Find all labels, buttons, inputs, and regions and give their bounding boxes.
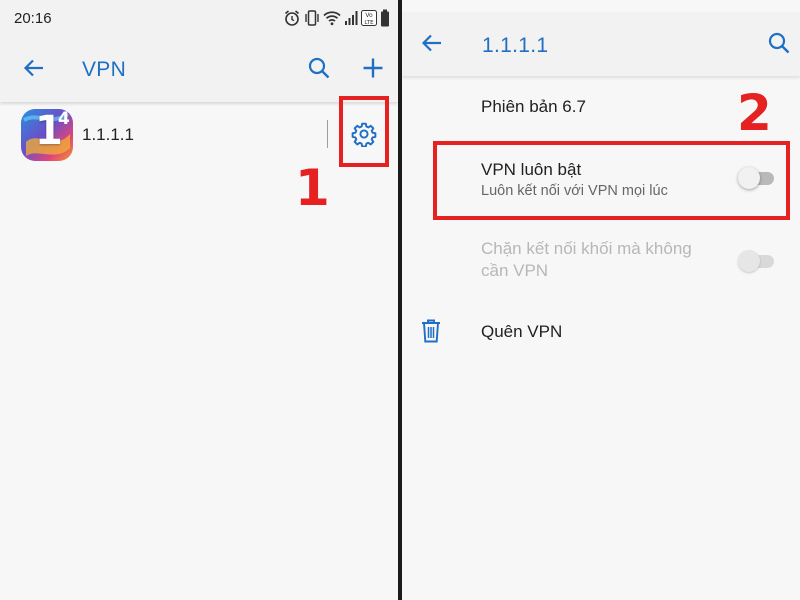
search-button[interactable] [759, 25, 799, 65]
annotation-number-2: 2 [737, 84, 772, 142]
status-bar: 20:16 Vo LTE [0, 0, 398, 38]
block-toggle [738, 249, 778, 273]
annotation-number-1: 1 [295, 159, 330, 217]
back-arrow-icon [421, 32, 443, 59]
add-vpn-button[interactable] [353, 50, 393, 90]
version-text: Phiên bản 6.7 [481, 97, 586, 116]
block-title-line2: cần VPN [481, 261, 549, 280]
back-button[interactable] [412, 25, 452, 65]
back-button[interactable] [14, 50, 54, 90]
battery-icon [380, 9, 390, 27]
vibrate-icon [304, 9, 320, 27]
volte-icon: Vo LTE [361, 10, 377, 26]
app-bar: VPN [0, 38, 398, 102]
trash-icon [420, 318, 442, 349]
svg-text:Vo: Vo [365, 12, 373, 19]
block-without-vpn-setting: Chặn kết nối khối mà không cần VPN [402, 232, 800, 292]
row-divider [327, 120, 328, 148]
alarm-icon [283, 9, 301, 27]
vpn-list-screen: 20:16 Vo LTE VPN 1 4 1.1.1.1 1 [0, 0, 398, 600]
svg-text:LTE: LTE [364, 20, 374, 26]
add-icon [362, 57, 384, 84]
status-time: 20:16 [14, 10, 52, 27]
vpn-name: 1.1.1.1 [82, 125, 134, 144]
search-button[interactable] [299, 50, 339, 90]
search-icon [768, 32, 790, 59]
back-arrow-icon [23, 57, 45, 84]
signal-icon [344, 10, 358, 26]
app-bar: 1.1.1.1 [402, 12, 800, 76]
vpn-detail-screen: 1.1.1.1 Phiên bản 6.7 VPN luôn bật Luôn … [402, 0, 800, 600]
forget-vpn-label: Quên VPN [481, 322, 563, 341]
annotation-box-1 [339, 96, 389, 167]
search-icon [308, 57, 330, 84]
app-logo-icon: 1 4 [20, 108, 74, 162]
block-title-line1: Chặn kết nối khối mà không [481, 239, 692, 258]
forget-vpn-item[interactable]: Quên VPN [402, 308, 800, 356]
page-title: VPN [82, 58, 127, 81]
wifi-icon [323, 10, 341, 26]
logo-superscript: 4 [58, 109, 70, 129]
annotation-box-2 [433, 141, 790, 220]
page-title: 1.1.1.1 [482, 34, 549, 57]
